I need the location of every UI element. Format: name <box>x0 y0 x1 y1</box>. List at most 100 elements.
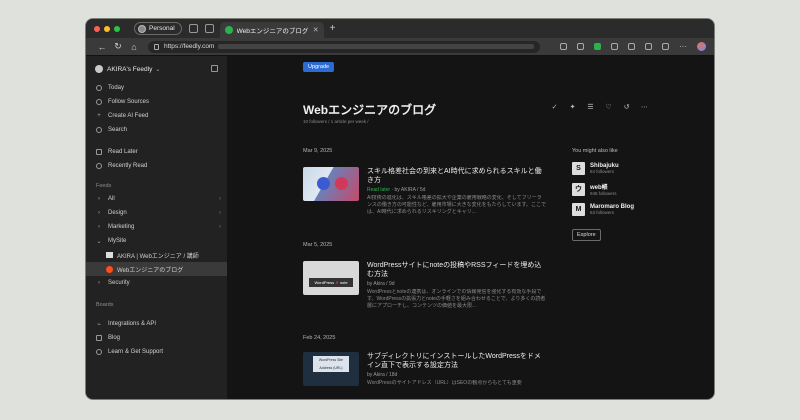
sidebar-item-recently-read[interactable]: Recently Read <box>86 159 227 173</box>
tab-close-icon[interactable]: ✕ <box>313 26 319 34</box>
chevron-right-icon: › <box>98 196 100 202</box>
article-thumbnail: WordPress ✕ note <box>303 261 359 295</box>
feedly-extension-icon[interactable] <box>594 43 601 50</box>
back-icon[interactable]: ← <box>94 42 110 52</box>
more-menu-icon[interactable]: ··· <box>679 42 687 51</box>
sidebar-item-marketing[interactable]: › Marketing › <box>86 220 227 234</box>
chevron-right-icon: › <box>219 210 221 216</box>
collapse-sidebar-icon[interactable] <box>211 65 218 72</box>
new-tab-button[interactable]: + <box>330 23 336 34</box>
thumb-text: note <box>339 280 348 285</box>
article-card[interactable]: WordPress Site Address (URL) サブディレクトリにイン… <box>303 352 546 399</box>
sidebar-item-label: Read Later <box>108 149 138 155</box>
mark-read-icon[interactable]: ✓ <box>551 104 558 111</box>
plug-icon: ⌁ <box>97 321 101 328</box>
article-author: by AKIRA / 5d <box>394 187 426 193</box>
split-screen-icon[interactable] <box>628 43 635 50</box>
article-title[interactable]: サブディレクトリにインストールしたWordPressをドメイン直下で表示する設定… <box>367 352 546 370</box>
article-thumbnail: WordPress Site Address (URL) <box>303 352 359 386</box>
profile-button[interactable]: Personal <box>134 22 182 35</box>
close-window-button[interactable] <box>94 25 100 32</box>
source-logo: M <box>572 203 585 216</box>
article-title[interactable]: スキル格差社会の到来とAI時代に求められるスキルと働き方 <box>367 167 546 185</box>
ai-action-icon[interactable]: ✦ <box>569 104 576 111</box>
sidebar-item-learn-support[interactable]: Learn & Get Support <box>86 345 227 359</box>
sidebar-item-all[interactable]: › All › <box>86 192 227 206</box>
favorites-icon[interactable] <box>645 43 652 50</box>
article-meta: Read later · by AKIRA / 5d <box>367 187 426 193</box>
profile-avatar <box>138 24 146 33</box>
sidebar-item-label: Follow Sources <box>108 99 150 105</box>
title-bar: Personal Webエンジニアのブログ ✕ + <box>86 19 714 38</box>
sidebar-item-label: Blog <box>108 335 121 341</box>
sidebar-item-create-ai-feed[interactable]: + Create AI Feed <box>86 109 227 123</box>
article-card[interactable]: スキル格差社会の到来とAI時代に求められるスキルと働き方 Read later … <box>303 167 546 216</box>
chevron-down-icon: ⌄ <box>155 66 161 73</box>
date-header: Feb 24, 2025 <box>303 335 336 341</box>
account-menu[interactable]: AKIRA's Feedly ⌄ <box>86 56 227 73</box>
workspaces-icon[interactable] <box>188 24 198 33</box>
read-aloud-icon[interactable] <box>560 43 567 50</box>
account-name: AKIRA's Feedly <box>107 65 153 73</box>
date-header: Mar 5, 2025 <box>303 242 333 248</box>
feed-source-icon <box>106 265 113 273</box>
maximize-window-button[interactable] <box>114 25 120 32</box>
main-panel: Upgrade Webエンジニアのブログ 10 followers / 1 ar… <box>227 56 714 399</box>
bookmark-icon <box>96 149 102 155</box>
sidebar-item-today[interactable]: Today <box>86 81 227 95</box>
recommended-source[interactable]: S Shibajuku 84 followers <box>572 162 662 175</box>
upgrade-button[interactable]: Upgrade <box>303 62 335 72</box>
home-icon[interactable]: ⌂ <box>126 42 142 52</box>
follow-icon <box>96 99 102 105</box>
follow-heart-icon[interactable]: ♡ <box>605 104 612 111</box>
address-bar[interactable]: https://feedly.com <box>148 40 540 53</box>
recommendations-panel: You might also like S Shibajuku 84 follow… <box>572 148 662 241</box>
sidebar-item-design[interactable]: › Design › <box>86 206 227 220</box>
sidebar-item-blog[interactable]: Blog <box>86 331 227 345</box>
layout-list-icon[interactable]: ☰ <box>587 104 594 111</box>
sidebar-item-web-engineer-blog[interactable]: Webエンジニアのブログ <box>86 262 227 276</box>
thumb-text: WordPress Site Address (URL) <box>313 356 349 372</box>
sidebar-item-mysite[interactable]: ⌄ MySite <box>86 234 227 248</box>
sidebar-item-label: MySite <box>108 238 127 244</box>
article-excerpt: WordPressとnoteの連携は、オンラインでの情報発信を強化する有効な手段… <box>367 289 546 309</box>
sidebar-item-security[interactable]: › Security <box>86 276 227 290</box>
more-options-icon[interactable]: ⋯ <box>641 104 648 111</box>
minimize-window-button[interactable] <box>104 25 110 32</box>
recommended-source[interactable]: M Maromaro Blog 63 followers <box>572 203 662 216</box>
sidebar-item-label: Integrations & API <box>108 321 157 327</box>
sidebar-item-label: Security <box>108 280 130 286</box>
recommended-source[interactable]: ウ web帳 945 followers <box>572 182 662 196</box>
sidebar-item-search[interactable]: Search <box>86 123 227 137</box>
read-later-badge[interactable]: Read later <box>367 187 390 193</box>
date-header: Mar 9, 2025 <box>303 148 333 154</box>
sidebar-item-read-later[interactable]: Read Later <box>86 145 227 159</box>
recommendations-header: You might also like <box>572 148 618 154</box>
source-thumbnail <box>106 252 113 258</box>
article-excerpt: AI技術の進化は、スキル格差の拡大や企業の雇用戦略の変化、そしてフリーランスの働… <box>367 195 546 215</box>
article-meta: by Akira / 18d <box>367 372 398 378</box>
explore-button[interactable]: Explore <box>572 229 601 241</box>
favorite-star-icon[interactable] <box>577 43 584 50</box>
page-title: Webエンジニアのブログ <box>303 103 437 117</box>
refresh-icon[interactable]: ↺ <box>623 104 630 111</box>
tab-actions-icon[interactable] <box>204 24 214 33</box>
article-excerpt: WordPressのサイトアドレス（URL）はSEOの観点からもとても重要 <box>367 380 522 386</box>
plus-icon: + <box>97 113 101 119</box>
extensions-icon[interactable] <box>611 43 618 50</box>
sidebar-item-follow-sources[interactable]: Follow Sources <box>86 95 227 109</box>
sidebar-item-label: Learn & Get Support <box>108 349 164 355</box>
article-card[interactable]: WordPress ✕ note WordPressサイトにnoteの投稿やRS… <box>303 261 546 310</box>
chevron-right-icon: › <box>219 224 221 230</box>
article-title[interactable]: WordPressサイトにnoteの投稿やRSSフィードを埋め込む方法 <box>367 261 546 279</box>
sidebar-item-akira-source[interactable]: AKIRA | Webエンジニア / 講師 <box>86 248 227 262</box>
collections-icon[interactable] <box>662 43 669 50</box>
feedly-favicon-icon <box>224 26 233 34</box>
sidebar-item-label: Today <box>108 85 125 91</box>
sidebar-item-integrations[interactable]: ⌁ Integrations & API <box>86 317 227 331</box>
blog-icon <box>96 335 102 341</box>
chevron-right-icon: › <box>98 224 100 230</box>
reload-icon[interactable]: ↻ <box>110 41 126 52</box>
tab-active[interactable]: Webエンジニアのブログ ✕ <box>219 22 324 38</box>
copilot-icon[interactable] <box>697 42 706 51</box>
